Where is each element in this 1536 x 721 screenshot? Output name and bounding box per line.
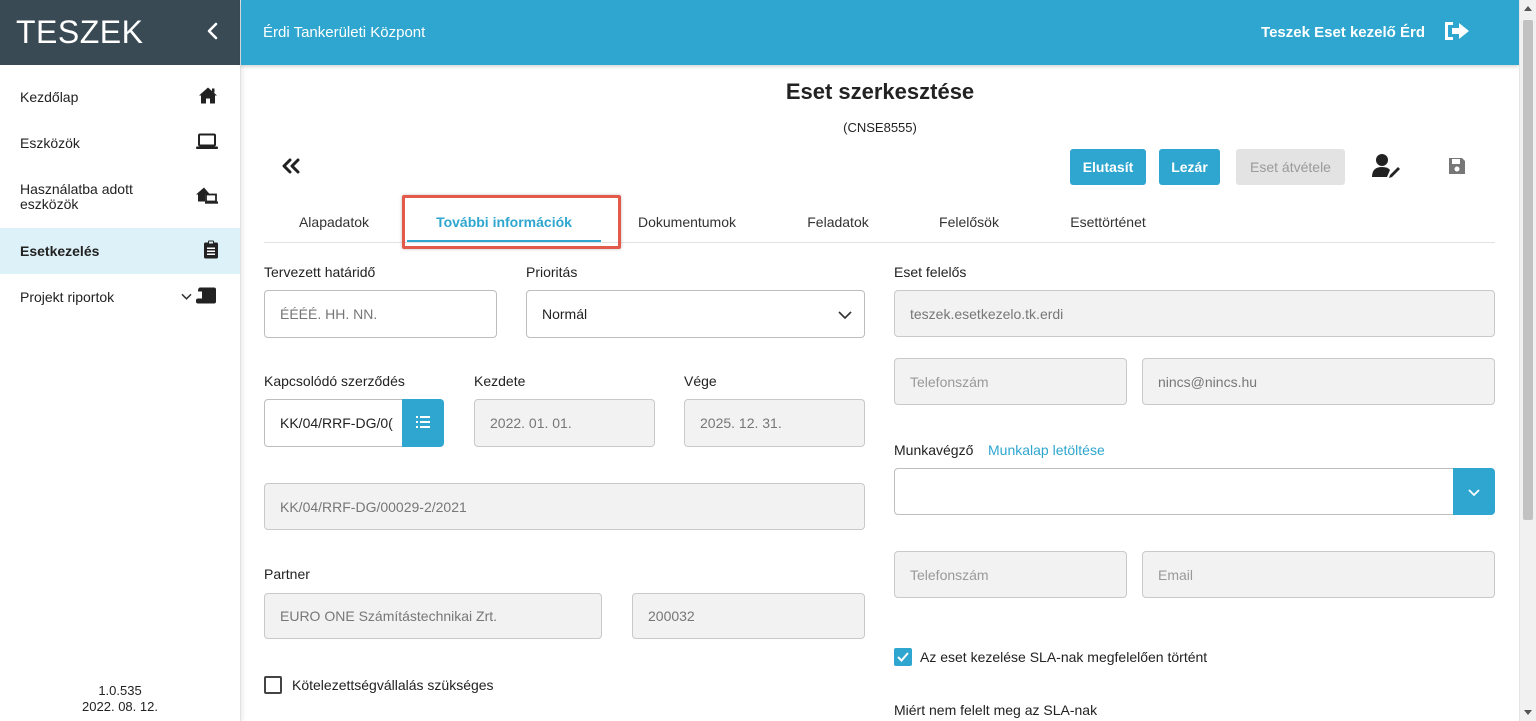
sidebar-item-kezdolap[interactable]: Kezdőlap xyxy=(0,74,240,120)
sidebar-item-projekt-riportok[interactable]: Projekt riportok xyxy=(0,274,240,320)
clipboard-icon xyxy=(204,240,218,262)
sidebar-item-label: Használatba adott eszközök xyxy=(20,181,133,212)
worker-email-field: Email xyxy=(1142,551,1495,598)
home-icon xyxy=(198,87,218,108)
user-name: Teszek Eset kezelő Érd xyxy=(1261,24,1425,41)
version-number: 1.0.535 xyxy=(98,683,142,698)
scroll-up-arrow-icon[interactable] xyxy=(1524,6,1532,11)
case-id: (CNSE8555) xyxy=(843,120,917,135)
tab-felelosok[interactable]: Felelősök xyxy=(927,202,1011,242)
start-date-field: 2022. 01. 01. xyxy=(474,399,655,447)
app-version: 1.0.535 2022. 08. 12. xyxy=(0,683,240,715)
sidebar-header: TESZEK xyxy=(0,0,240,65)
tab-esettortenet[interactable]: Esettörténet xyxy=(1058,202,1158,242)
top-bar: Érdi Tankerületi Központ Teszek Eset kez… xyxy=(241,0,1519,65)
partner-name-field: EURO ONE Számítástechnikai Zrt. xyxy=(264,593,602,639)
contract-label: Kapcsolódó szerződés xyxy=(264,373,405,389)
scroll-icon xyxy=(196,287,218,308)
worker-select[interactable] xyxy=(894,468,1454,515)
partner-label: Partner xyxy=(264,566,310,582)
deadline-date-input[interactable] xyxy=(264,290,497,338)
priority-label: Prioritás xyxy=(526,264,578,280)
priority-select[interactable]: Normál xyxy=(526,290,865,338)
app-logo: TESZEK xyxy=(16,14,144,50)
download-worksheet-link[interactable]: Munkalap letöltése xyxy=(988,442,1105,458)
priority-value: Normál xyxy=(542,306,588,322)
user-area: Teszek Eset kezelő Érd xyxy=(1261,20,1471,46)
assign-user-icon[interactable] xyxy=(1372,153,1402,182)
responsible-label: Eset felelős xyxy=(894,264,967,280)
end-date-field: 2025. 12. 31. xyxy=(684,399,865,447)
page-title: Eset szerkesztése xyxy=(785,79,975,104)
sla-reason-label: Miért nem felelt meg az SLA-nak xyxy=(894,702,1098,718)
take-over-button[interactable]: Eset átvétele xyxy=(1236,149,1345,185)
contract-list-button[interactable] xyxy=(402,399,444,447)
tab-alapadatok[interactable]: Alapadatok xyxy=(264,202,404,242)
sidebar-item-esetkezeles[interactable]: Esetkezelés xyxy=(0,228,240,274)
double-chevron-left-icon[interactable] xyxy=(281,157,301,177)
save-icon[interactable] xyxy=(1448,157,1466,178)
reject-button[interactable]: Elutasít xyxy=(1070,149,1146,185)
tab-dokumentumok[interactable]: Dokumentumok xyxy=(614,202,760,242)
tab-feladatok[interactable]: Feladatok xyxy=(790,202,886,242)
responsible-email-field: nincs@nincs.hu xyxy=(1142,358,1495,405)
chevron-down-icon xyxy=(838,306,852,322)
sidebar-item-label: Eszközök xyxy=(20,134,80,151)
sidebar-nav: Kezdőlap Eszközök Használatba adott eszk… xyxy=(0,74,240,320)
sidebar-item-hasznalatba-adott[interactable]: Használatba adott eszközök xyxy=(0,166,240,228)
sla-checkbox[interactable] xyxy=(894,648,912,666)
sidebar: TESZEK Kezdőlap Eszközök Használatba ado… xyxy=(0,0,241,721)
responsible-phone-field: Telefonszám xyxy=(894,358,1127,405)
sidebar-item-eszkozok[interactable]: Eszközök xyxy=(0,120,240,166)
organization-name: Érdi Tankerületi Központ xyxy=(263,24,426,41)
logout-icon[interactable] xyxy=(1443,20,1471,46)
house-laptop-icon xyxy=(196,187,218,208)
sidebar-item-label: Kezdőlap xyxy=(20,88,79,105)
scroll-down-arrow-icon[interactable] xyxy=(1524,710,1532,715)
start-date-label: Kezdete xyxy=(474,373,526,389)
commitment-checkbox-label: Kötelezettségvállalás szükséges xyxy=(292,677,494,693)
laptop-icon xyxy=(196,133,218,153)
contract-input[interactable]: KK/04/RRF-DG/0( xyxy=(264,399,404,447)
worker-phone-field: Telefonszám xyxy=(894,551,1127,598)
main-content: Eset szerkesztése (CNSE8555) Elutasít Le… xyxy=(241,65,1519,721)
end-date-label: Vége xyxy=(684,373,717,389)
deadline-label: Tervezett határidő xyxy=(264,264,376,280)
worker-dropdown-button[interactable] xyxy=(1453,468,1495,515)
responsible-field: teszek.esetkezelo.tk.erdi xyxy=(894,290,1495,337)
list-icon xyxy=(416,415,430,431)
chevron-down-icon[interactable] xyxy=(181,289,192,303)
partner-code-field: 200032 xyxy=(632,593,865,639)
worker-label: Munkavégző xyxy=(894,442,974,458)
collapse-sidebar-icon[interactable] xyxy=(206,20,220,46)
sidebar-item-label: Esetkezelés xyxy=(20,242,100,259)
contract-full-field: KK/04/RRF-DG/00029-2/2021 xyxy=(264,483,865,530)
version-date: 2022. 08. 12. xyxy=(82,699,158,714)
commitment-checkbox[interactable] xyxy=(264,676,282,694)
scrollbar-thumb[interactable] xyxy=(1523,20,1533,520)
sla-checkbox-label: Az eset kezelése SLA-nak megfelelően tör… xyxy=(920,649,1208,665)
close-case-button[interactable]: Lezár xyxy=(1159,149,1220,185)
chevron-down-icon xyxy=(1468,484,1480,500)
tab-highlight-annotation xyxy=(402,195,621,249)
page-scrollbar[interactable] xyxy=(1519,0,1536,721)
